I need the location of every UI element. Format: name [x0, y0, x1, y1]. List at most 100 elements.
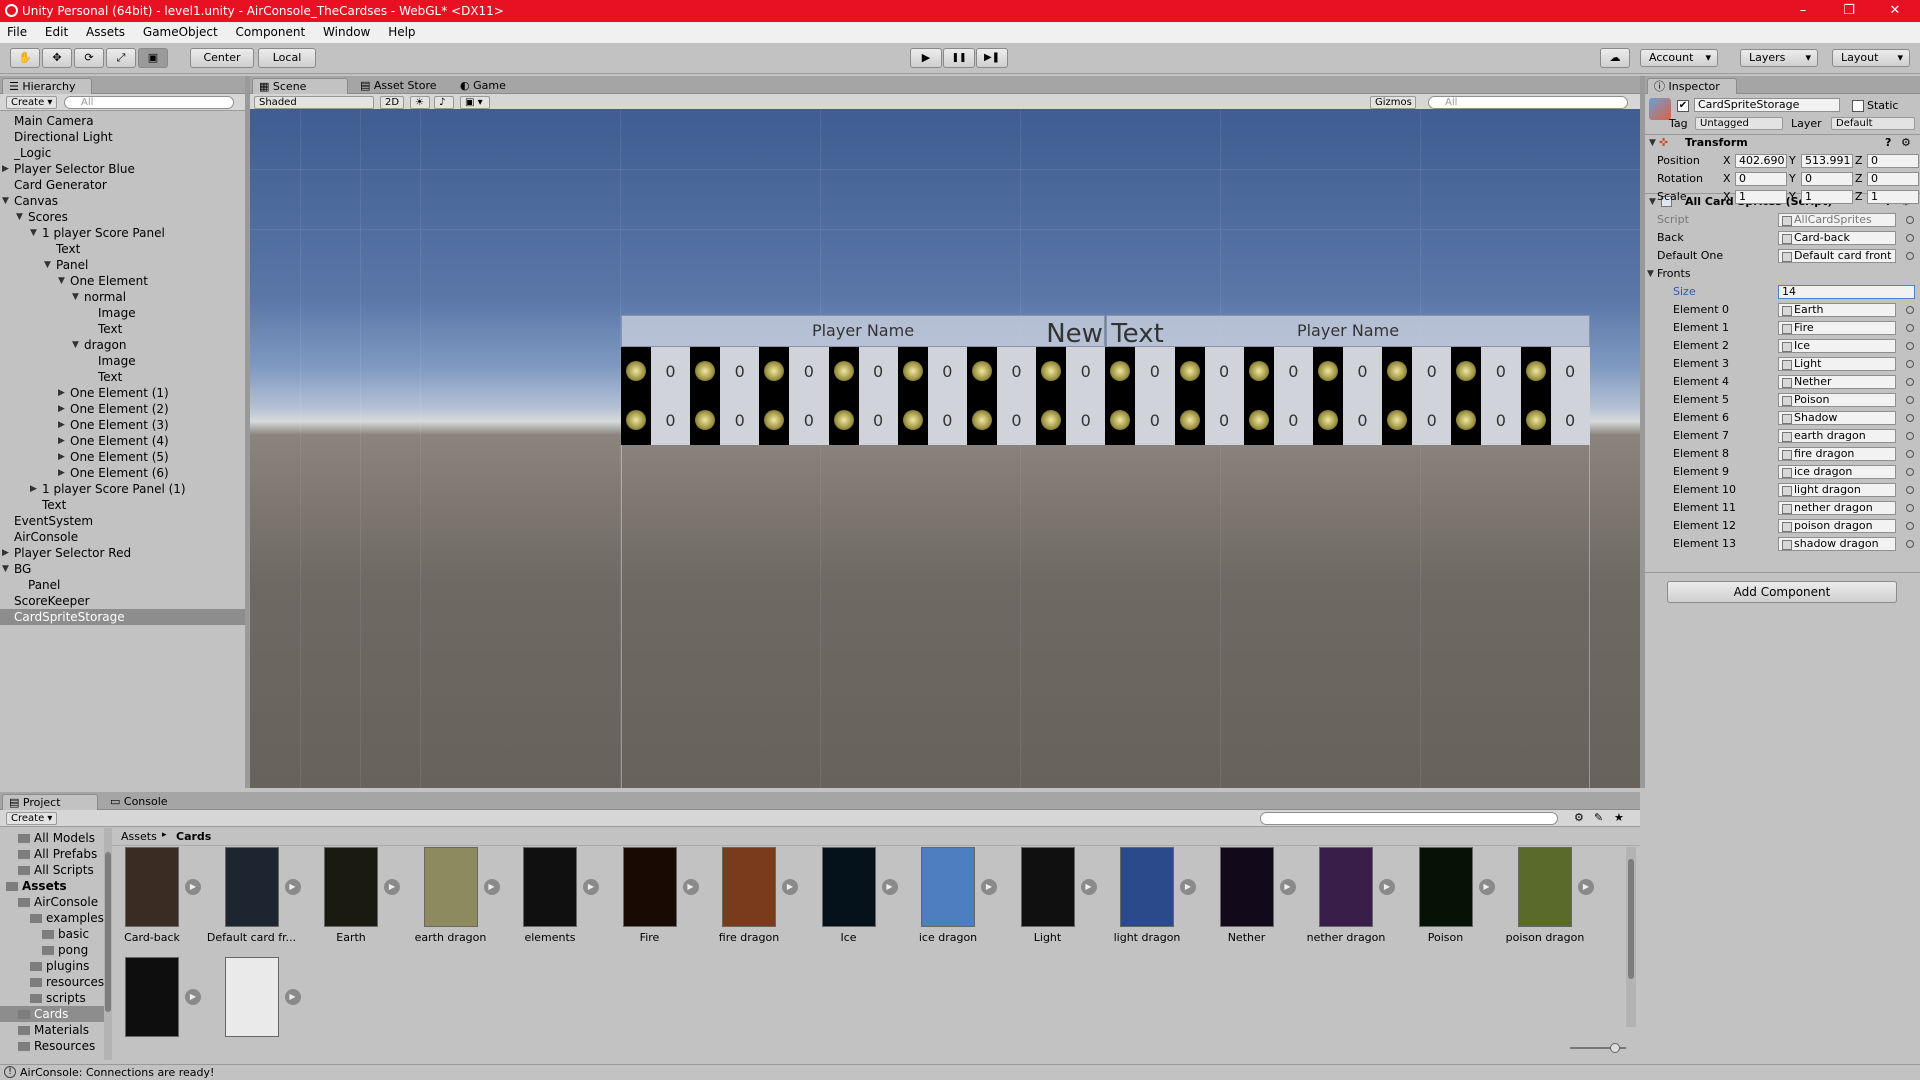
foldout-arrow-icon[interactable]: ▼ [2, 561, 9, 577]
hierarchy-item[interactable]: Text [0, 321, 245, 337]
tab-project[interactable]: ▤ Project [2, 794, 98, 810]
favorite-star-icon[interactable]: ★ [1614, 811, 1624, 824]
foldout-arrow-icon[interactable]: ▶ [58, 465, 65, 481]
element-field[interactable]: Nether [1778, 375, 1896, 389]
rotation-z-field[interactable]: 0 [1867, 172, 1919, 186]
asset-item[interactable]: ▶ Ice [799, 847, 898, 952]
menu-assets[interactable]: Assets [86, 25, 125, 39]
move-tool-icon[interactable]: ✥ [42, 48, 72, 68]
asset-item[interactable]: ▶ [202, 957, 301, 1062]
element-field[interactable]: poison dragon [1778, 519, 1896, 533]
hierarchy-item[interactable]: ▶ One Element (6) [0, 465, 245, 481]
hierarchy-item[interactable]: Text [0, 241, 245, 257]
element-field[interactable]: Poison [1778, 393, 1896, 407]
tab-console[interactable]: ▭ Console [104, 794, 184, 810]
pause-button[interactable]: ❚❚ [943, 48, 975, 68]
cloud-icon[interactable]: ☁ [1600, 48, 1630, 68]
add-component-button[interactable]: Add Component [1667, 581, 1897, 603]
step-button[interactable]: ▶❚ [976, 48, 1008, 68]
project-tree-item[interactable]: basic [0, 926, 104, 942]
hierarchy-item[interactable]: Card Generator [0, 177, 245, 193]
object-picker-icon[interactable] [1906, 252, 1914, 260]
audio-icon[interactable]: ♪ [434, 96, 454, 109]
project-tree-item[interactable]: All Scripts [0, 862, 104, 878]
hierarchy-item[interactable]: ▶ 1 player Score Panel (1) [0, 481, 245, 497]
filter-type-icon[interactable]: ⚙ [1574, 811, 1584, 824]
object-picker-icon[interactable] [1906, 468, 1914, 476]
position-y-field[interactable]: 513.991 [1801, 154, 1853, 168]
menu-component[interactable]: Component [236, 25, 306, 39]
element-field[interactable]: fire dragon [1778, 447, 1896, 461]
object-picker-icon[interactable] [1906, 522, 1914, 530]
fronts-foldout[interactable]: ▼ Fronts [1645, 265, 1920, 283]
object-picker-icon[interactable] [1906, 432, 1914, 440]
status-message[interactable]: AirConsole: Connections are ready! [20, 1065, 214, 1080]
expand-arrow-icon[interactable]: ▶ [782, 879, 798, 895]
asset-item[interactable]: ▶ Card-back [102, 847, 201, 952]
hierarchy-item[interactable]: Text [0, 497, 245, 513]
breadcrumb-cards[interactable]: Cards [176, 830, 211, 843]
hierarchy-item[interactable]: ▼ 1 player Score Panel [0, 225, 245, 241]
object-picker-icon[interactable] [1906, 306, 1914, 314]
hierarchy-item[interactable]: ▶ One Element (5) [0, 449, 245, 465]
foldout-arrow-icon[interactable]: ▶ [58, 385, 65, 401]
element-field[interactable]: light dragon [1778, 483, 1896, 497]
static-checkbox[interactable] [1852, 100, 1864, 112]
project-tree-item[interactable]: Assets [0, 878, 104, 894]
object-picker-icon[interactable] [1906, 342, 1914, 350]
project-tree-item[interactable]: All Prefabs [0, 846, 104, 862]
effects-icon[interactable]: ▣ ▾ [460, 96, 490, 109]
object-picker-icon[interactable] [1906, 360, 1914, 368]
hierarchy-item[interactable]: ▶ One Element (3) [0, 417, 245, 433]
object-picker-icon[interactable] [1906, 486, 1914, 494]
foldout-arrow-icon[interactable]: ▶ [58, 401, 65, 417]
element-field[interactable]: Ice [1778, 339, 1896, 353]
expand-arrow-icon[interactable]: ▶ [881, 879, 898, 895]
hierarchy-item[interactable]: _Logic [0, 145, 245, 161]
asset-item[interactable]: ▶ Earth [301, 847, 400, 952]
foldout-arrow-icon[interactable]: ▼ [30, 225, 37, 241]
filter-label-icon[interactable]: ✎ [1594, 811, 1603, 824]
project-tree-item[interactable]: AirConsole [0, 894, 104, 910]
minimize-button[interactable]: – [1780, 0, 1826, 22]
project-search-input[interactable] [1260, 812, 1558, 825]
hierarchy-item[interactable]: ▼ Scores [0, 209, 245, 225]
hierarchy-create-button[interactable]: Create ▾ [6, 96, 58, 109]
expand-arrow-icon[interactable]: ▶ [284, 989, 301, 1005]
project-tree-item[interactable]: scripts [0, 990, 104, 1006]
project-tree-item[interactable]: Cards [0, 1006, 104, 1022]
layers-dropdown[interactable]: Layers [1740, 49, 1818, 67]
object-picker-icon[interactable] [1906, 504, 1914, 512]
object-picker-icon[interactable] [1906, 234, 1914, 242]
project-tree-item[interactable]: plugins [0, 958, 104, 974]
object-picker-icon[interactable] [1906, 396, 1914, 404]
layer-dropdown[interactable]: Default [1831, 117, 1915, 130]
hierarchy-item[interactable]: Text [0, 369, 245, 385]
gizmos-dropdown[interactable]: Gizmos [1370, 96, 1416, 109]
rotation-y-field[interactable]: 0 [1801, 172, 1853, 186]
project-tree-item[interactable]: Materials [0, 1022, 104, 1038]
shading-dropdown[interactable]: Shaded [254, 96, 374, 109]
asset-item[interactable]: ▶ Fire [600, 847, 699, 952]
element-field[interactable]: Light [1778, 357, 1896, 371]
asset-item[interactable]: ▶ Light [998, 847, 1097, 952]
maximize-button[interactable]: ❐ [1826, 0, 1872, 22]
project-tree-item[interactable]: resources [0, 974, 104, 990]
hierarchy-item[interactable]: ▼ normal [0, 289, 245, 305]
hierarchy-item[interactable]: ▼ Panel [0, 257, 245, 273]
menu-window[interactable]: Window [323, 25, 370, 39]
hierarchy-item[interactable]: Directional Light [0, 129, 245, 145]
asset-item[interactable]: ▶ elements [500, 847, 599, 952]
expand-arrow-icon[interactable]: ▶ [384, 879, 400, 895]
hierarchy-item[interactable]: Image [0, 305, 245, 321]
asset-item[interactable]: ▶ ice dragon [898, 847, 997, 952]
expand-arrow-icon[interactable]: ▶ [185, 989, 201, 1005]
foldout-arrow-icon[interactable]: ▶ [58, 449, 65, 465]
menu-help[interactable]: Help [388, 25, 415, 39]
tab-inspector[interactable]: ⓘ Inspector [1647, 78, 1737, 94]
hierarchy-item[interactable]: ▼ Canvas [0, 193, 245, 209]
object-picker-icon[interactable] [1906, 540, 1914, 548]
breadcrumb-assets[interactable]: Assets [121, 830, 157, 843]
hierarchy-item[interactable]: ▶ One Element (2) [0, 401, 245, 417]
hierarchy-item[interactable]: AirConsole [0, 529, 245, 545]
